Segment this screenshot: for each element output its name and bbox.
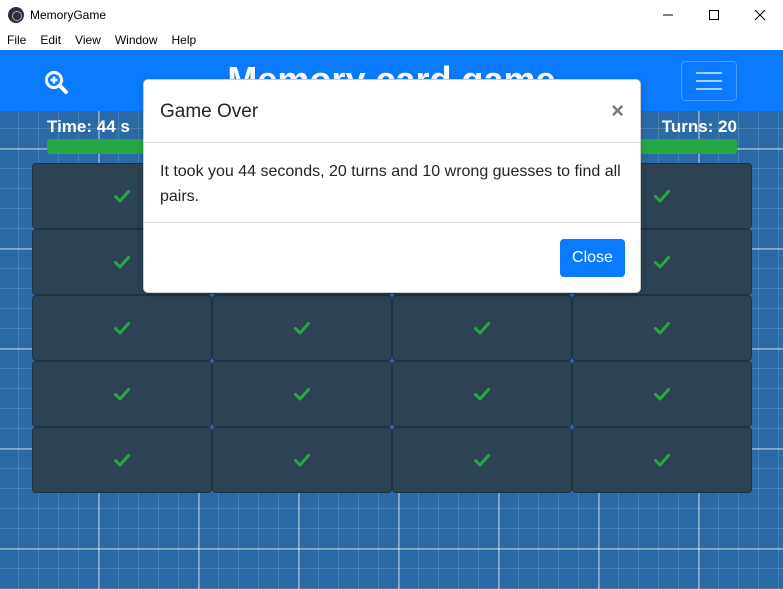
modal-message: It took you 44 seconds, 20 turns and 10 … [144,143,640,223]
window-title: MemoryGame [30,8,107,22]
window-close-button[interactable] [737,0,783,30]
maximize-icon [709,10,719,20]
window-controls [645,0,783,30]
app-icon [8,7,24,23]
modal-close-icon[interactable]: × [611,100,624,122]
menu-window[interactable]: Window [108,33,165,47]
modal-footer: Close [144,223,640,293]
menu-file[interactable]: File [0,33,33,47]
menu-help[interactable]: Help [165,33,204,47]
window-titlebar: MemoryGame [0,0,783,30]
minimize-button[interactable] [645,0,691,30]
close-icon [755,10,765,20]
modal-header: Game Over × [144,80,640,143]
maximize-button[interactable] [691,0,737,30]
close-button[interactable]: Close [560,239,625,277]
menubar: File Edit View Window Help [0,30,783,50]
modal-title: Game Over [160,101,259,122]
minimize-icon [663,14,673,16]
game-over-dialog: Game Over × It took you 44 seconds, 20 t… [143,79,641,293]
menu-view[interactable]: View [68,33,108,47]
menu-edit[interactable]: Edit [33,33,68,47]
